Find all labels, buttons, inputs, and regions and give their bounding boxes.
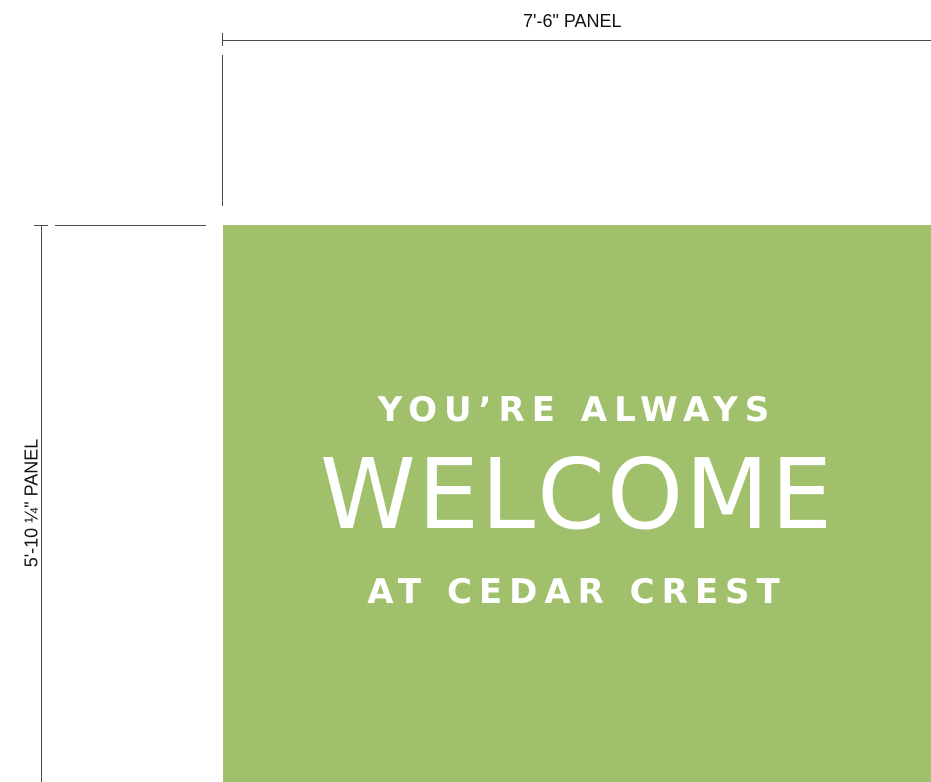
height-dimension-label: 5'-10 ¼" PANEL xyxy=(21,438,42,568)
width-extension-line xyxy=(222,55,223,206)
headline-bottom: AT CEDAR CREST xyxy=(367,572,787,612)
height-extension-line xyxy=(55,225,206,226)
headline-top: YOU’RE ALWAYS xyxy=(377,390,777,430)
headline-main: WELCOME xyxy=(319,438,835,551)
width-dimension-line xyxy=(223,40,931,41)
width-dimension-label: 7'-6" PANEL xyxy=(523,11,622,31)
sign-panel: YOU’RE ALWAYS WELCOME AT CEDAR CREST xyxy=(223,225,931,782)
